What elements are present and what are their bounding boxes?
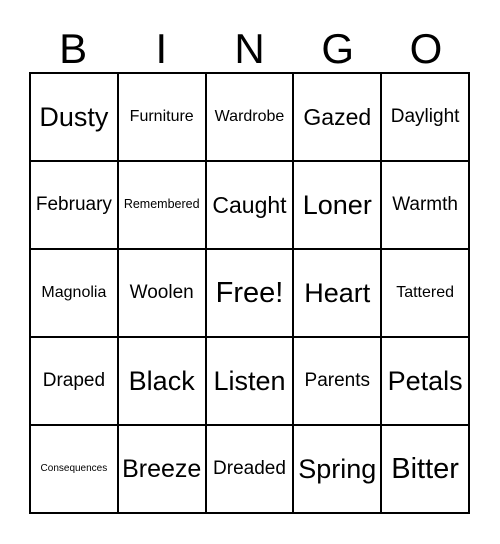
bingo-header-letter-g: G	[321, 25, 355, 72]
bingo-cell[interactable]: Loner	[294, 162, 383, 250]
bingo-grid: Dusty Furniture Wardrobe Gazed Daylight Febru…	[29, 72, 470, 514]
bingo-cell[interactable]: Draped	[31, 338, 119, 426]
bingo-cell-label: Consequences	[40, 462, 108, 474]
bingo-cell[interactable]: Remembered	[118, 162, 207, 250]
bingo-cell[interactable]: Woolen	[118, 250, 207, 338]
bingo-cell-label: Bitter	[391, 452, 459, 485]
bingo-cell[interactable]: Petals	[382, 338, 470, 426]
bingo-card: B I N G O Dusty Furniture Wardrobe Gazed Day…	[0, 0, 500, 544]
bingo-header-letter-o: O	[409, 25, 443, 72]
bingo-cell[interactable]: Daylight	[382, 74, 470, 162]
bingo-cell-label: Listen	[213, 365, 286, 396]
bingo-cell[interactable]: Dusty	[31, 74, 119, 162]
bingo-cell-label: Loner	[302, 189, 372, 220]
bingo-cell-label: Furniture	[129, 107, 194, 125]
bingo-header-letter-i: I	[155, 25, 168, 72]
bingo-cell-label: Petals	[387, 365, 463, 396]
bingo-cell[interactable]: Magnolia	[31, 250, 119, 338]
bingo-cell-label: Caught	[212, 191, 287, 218]
bingo-cell[interactable]: Parents	[294, 338, 383, 426]
bingo-cell-label: Heart	[304, 277, 371, 308]
bingo-cell[interactable]: Breeze	[118, 426, 207, 514]
bingo-cell-label: Tattered	[396, 283, 454, 301]
bingo-cell-label: February	[35, 194, 112, 216]
bingo-header-row: B I N G O	[29, 14, 470, 72]
bingo-cell-label: Free!	[215, 276, 284, 309]
bingo-free-cell[interactable]: Free!	[206, 250, 295, 338]
bingo-cell-label: Dreaded	[213, 458, 286, 480]
bingo-cell-label: Magnolia	[41, 283, 107, 301]
bingo-cell[interactable]: Spring	[294, 426, 383, 514]
bingo-header-letter-b: B	[59, 25, 88, 72]
bingo-cell-label: Gazed	[303, 103, 372, 130]
bingo-cell-label: Black	[128, 365, 195, 396]
bingo-cell[interactable]: Warmth	[382, 162, 470, 250]
bingo-cell-label: Breeze	[122, 454, 202, 483]
bingo-cell[interactable]: Tattered	[382, 250, 470, 338]
bingo-cell[interactable]: Bitter	[382, 426, 470, 514]
bingo-cell[interactable]: Furniture	[118, 74, 207, 162]
bingo-cell-label: Warmth	[392, 194, 458, 216]
bingo-cell-label: Spring	[298, 453, 377, 484]
bingo-cell-label: Remembered	[123, 197, 200, 212]
bingo-cell-label: Daylight	[390, 106, 460, 128]
bingo-header-letter-n: N	[234, 25, 265, 72]
bingo-cell-label: Woolen	[129, 282, 194, 304]
bingo-cell-label: Dusty	[39, 101, 109, 132]
bingo-cell[interactable]: Heart	[294, 250, 383, 338]
bingo-cell[interactable]: Dreaded	[206, 426, 295, 514]
bingo-cell-label: Draped	[42, 370, 106, 392]
bingo-cell[interactable]: Caught	[206, 162, 295, 250]
bingo-cell[interactable]: Wardrobe	[206, 74, 295, 162]
bingo-cell[interactable]: Gazed	[294, 74, 383, 162]
bingo-cell-label: Wardrobe	[214, 107, 285, 125]
bingo-cell-label: Parents	[304, 370, 371, 392]
bingo-cell[interactable]: Black	[118, 338, 207, 426]
bingo-cell[interactable]: Listen	[206, 338, 295, 426]
bingo-cell[interactable]: February	[31, 162, 119, 250]
bingo-cell[interactable]: Consequences	[31, 426, 119, 514]
